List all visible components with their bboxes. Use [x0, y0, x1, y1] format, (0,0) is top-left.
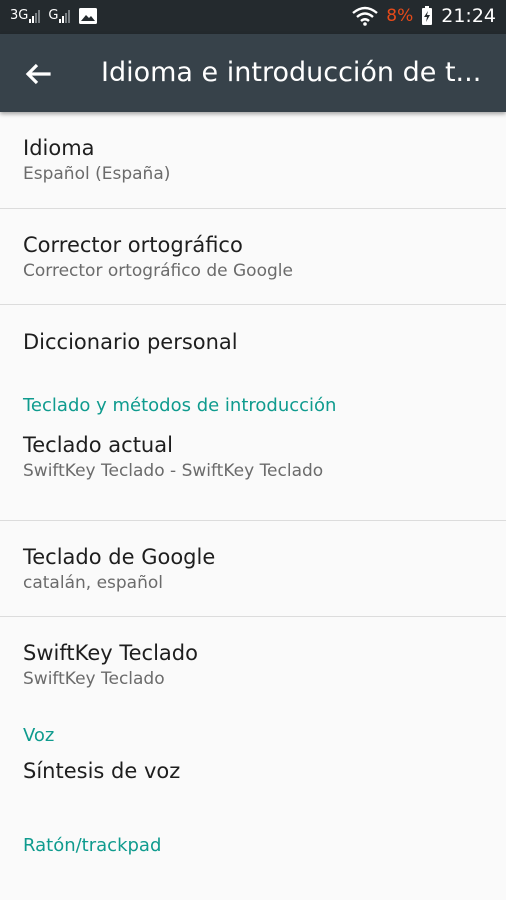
setting-subtitle: catalán, español: [23, 573, 163, 593]
section-label: Ratón/trackpad: [23, 835, 162, 856]
status-right: 8% 21:24: [352, 5, 496, 27]
app-bar: Idioma e introducción de t...: [0, 34, 506, 112]
battery-charging-icon: [422, 6, 433, 25]
setting-title: Corrector ortográfico: [23, 233, 243, 257]
settings-list: Idioma Español (España) Corrector ortogr…: [0, 112, 506, 881]
setting-swiftkey[interactable]: SwiftKey Teclado SwiftKey Teclado: [0, 617, 506, 727]
setting-title: SwiftKey Teclado: [23, 641, 198, 665]
section-voice: Voz: [0, 725, 506, 759]
section-label: Voz: [23, 725, 55, 746]
signal-icon: [29, 9, 41, 23]
status-left: 3G G: [10, 7, 98, 25]
setting-sintesis-voz[interactable]: Síntesis de voz: [0, 759, 506, 841]
setting-title: Teclado de Google: [23, 545, 216, 569]
network-3g: 3G: [10, 8, 41, 23]
setting-title: Síntesis de voz: [23, 759, 181, 783]
signal-icon-2: [59, 9, 71, 23]
image-icon: [79, 8, 98, 24]
page-title: Idioma e introducción de t...: [101, 57, 482, 88]
setting-teclado-google[interactable]: Teclado de Google catalán, español: [0, 521, 506, 617]
setting-subtitle: SwiftKey Teclado: [23, 669, 165, 689]
setting-title: Idioma: [23, 136, 95, 160]
section-label: Teclado y métodos de introducción: [23, 395, 337, 416]
setting-corrector[interactable]: Corrector ortográfico Corrector ortográf…: [0, 209, 506, 305]
section-mouse: Ratón/trackpad: [0, 835, 506, 881]
setting-title: Diccionario personal: [23, 330, 238, 354]
setting-diccionario[interactable]: Diccionario personal: [0, 305, 506, 397]
setting-subtitle: Corrector ortográfico de Google: [23, 261, 293, 281]
battery-percent: 8%: [386, 6, 414, 26]
network-g: G: [48, 8, 71, 23]
network-3g-label: 3G: [10, 8, 29, 23]
setting-idioma[interactable]: Idioma Español (España): [0, 112, 506, 209]
setting-title: Teclado actual: [23, 433, 173, 457]
clock: 21:24: [441, 5, 496, 27]
setting-subtitle: SwiftKey Teclado - SwiftKey Teclado: [23, 461, 324, 481]
section-keyboard: Teclado y métodos de introducción: [0, 395, 506, 433]
wifi-icon: [352, 6, 379, 26]
setting-teclado-actual[interactable]: Teclado actual SwiftKey Teclado - SwiftK…: [0, 433, 506, 521]
setting-subtitle: Español (España): [23, 164, 171, 184]
status-bar: 3G G 8% 21:24: [0, 0, 506, 34]
network-g-label: G: [48, 8, 59, 23]
arrow-back-icon[interactable]: [18, 54, 58, 94]
